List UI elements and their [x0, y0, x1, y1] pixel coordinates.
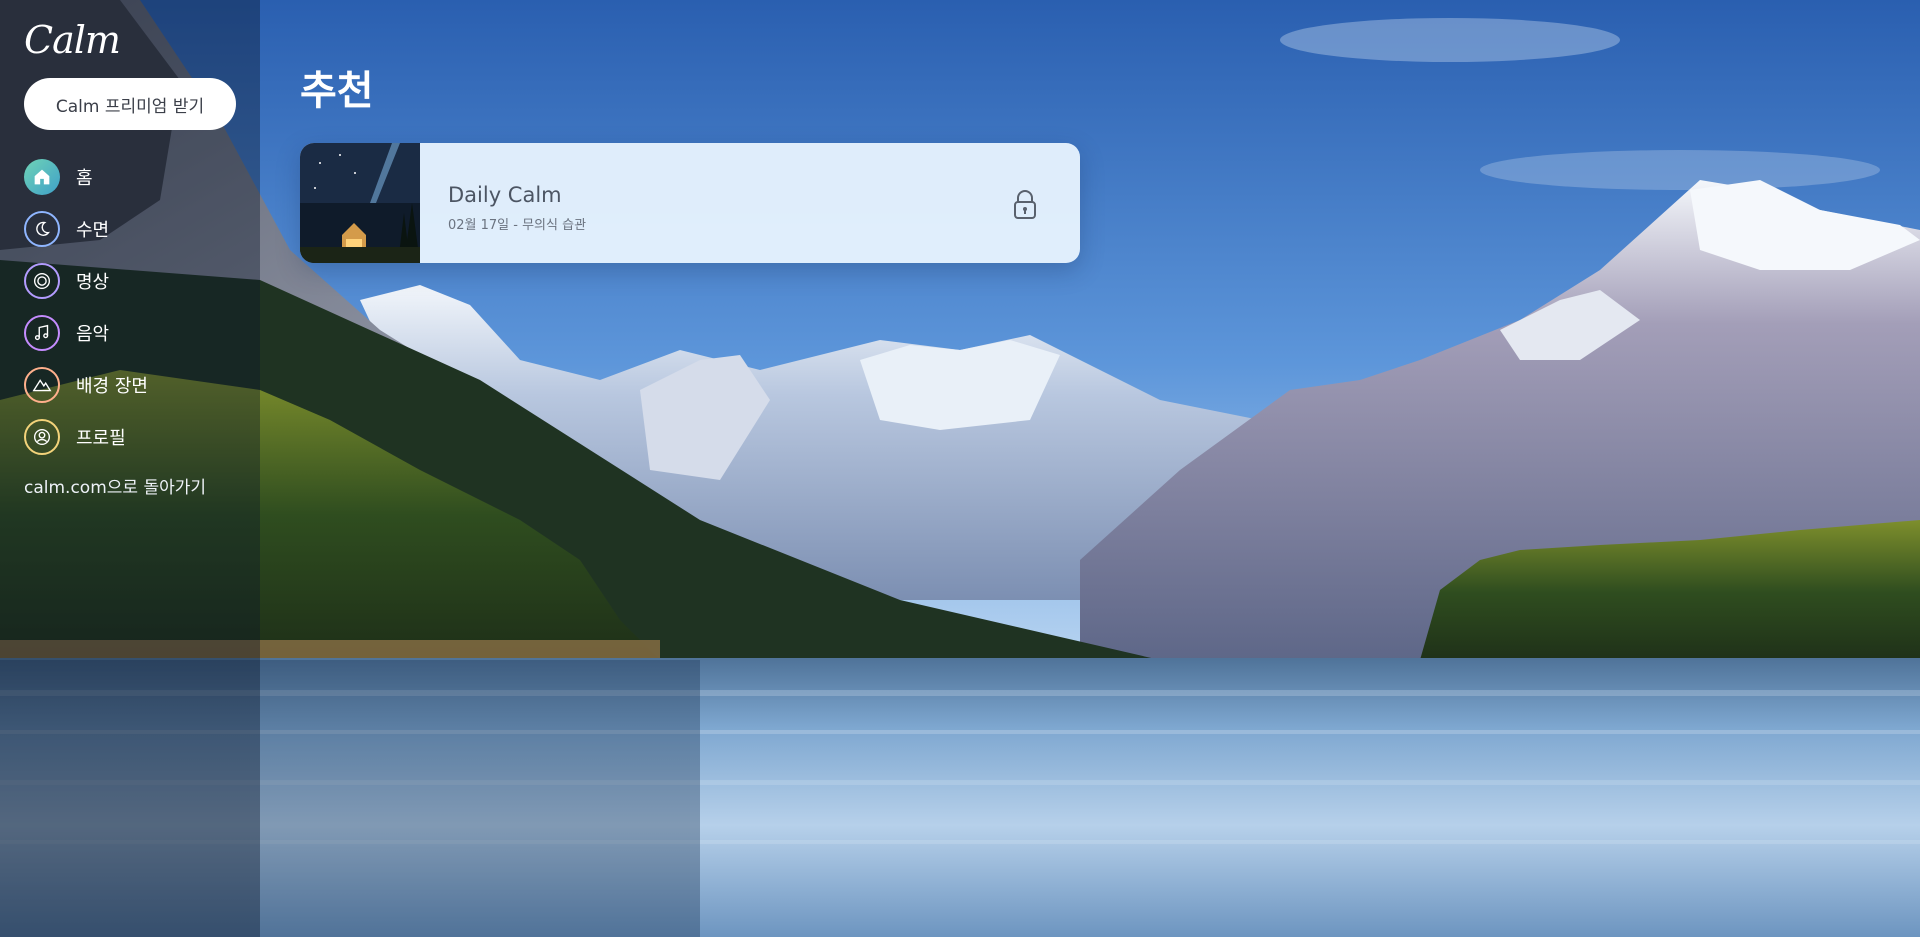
background-scene: [0, 0, 1920, 937]
get-premium-button[interactable]: Calm 프리미엄 받기: [24, 78, 236, 130]
meditation-circle-icon: [24, 263, 60, 299]
lock-icon: [1014, 190, 1036, 219]
page-title: 추천: [300, 68, 374, 114]
music-note-icon: [24, 315, 60, 351]
sidebar-item-sleep[interactable]: 수면: [24, 203, 254, 255]
daily-calm-card[interactable]: Daily Calm 02월 17일 - 무의식 습관: [300, 143, 1080, 263]
profile-icon: [24, 419, 60, 455]
sidebar-item-music[interactable]: 음악: [24, 307, 254, 359]
sidebar-item-label: 프로필: [76, 428, 126, 449]
mountain-scene-icon: [24, 367, 60, 403]
back-to-calm-link[interactable]: calm.com으로 돌아가기: [24, 473, 206, 498]
card-thumbnail: [300, 143, 420, 263]
sidebar-item-label: 명상: [76, 272, 110, 293]
card-subtitle: 02월 17일 - 무의식 습관: [448, 218, 587, 233]
sidebar-item-label: 배경 장면: [76, 376, 148, 397]
sidebar-item-label: 홈: [76, 168, 93, 189]
sidebar-item-label: 수면: [76, 220, 110, 241]
sidebar-item-scenes[interactable]: 배경 장면: [24, 359, 254, 411]
card-title: Daily Calm: [448, 183, 562, 207]
sidebar-item-home[interactable]: 홈: [24, 151, 254, 203]
sidebar-item-label: 음악: [76, 324, 110, 345]
sidebar-nav: 홈 수면 명상 음악 배경 장면 프로필: [24, 151, 254, 463]
sidebar: Calm Calm 프리미엄 받기 홈 수면 명상 음악 배경 장면 프로필 c…: [0, 0, 260, 937]
mountain-lake-background: [0, 0, 1920, 937]
sidebar-item-meditation[interactable]: 명상: [24, 255, 254, 307]
sidebar-item-profile[interactable]: 프로필: [24, 411, 254, 463]
moon-icon: [24, 211, 60, 247]
calm-logo[interactable]: Calm: [24, 18, 121, 62]
home-icon: [24, 159, 60, 195]
